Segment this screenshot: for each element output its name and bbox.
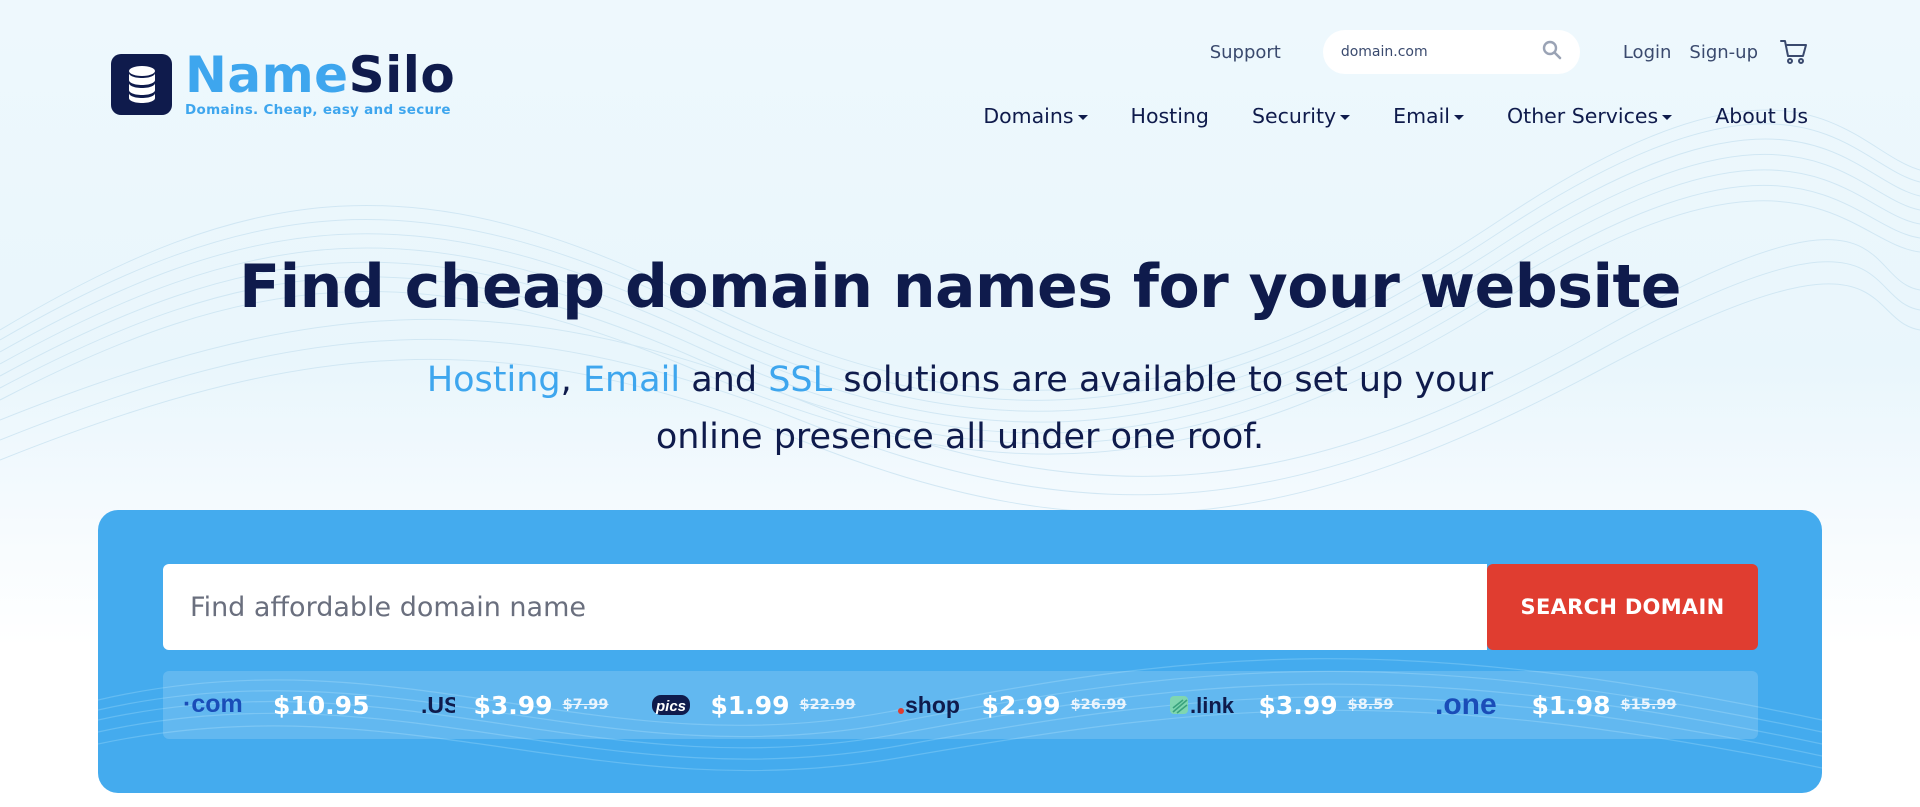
main-nav: Domains Hosting Security Email Other Ser… (983, 104, 1808, 128)
tld-price-bar: ·com $10.95 .US $3.99 $7.99 pics $1.99 $… (163, 671, 1758, 739)
hero-subtitle-line2: online presence all under one roof. (655, 417, 1265, 457)
caret-down-icon (1077, 114, 1088, 120)
brand-tagline: Domains. Cheap, easy and secure (185, 102, 451, 118)
tld-pics[interactable]: pics $1.99 $22.99 (650, 691, 855, 720)
pics-logo-icon: pics (650, 692, 692, 718)
one-logo-icon: .one (1435, 691, 1513, 719)
domain-search-input[interactable] (163, 564, 1487, 650)
nav-email[interactable]: Email (1393, 104, 1465, 128)
brand-logo[interactable]: NameSilo Domains. Cheap, easy and secure (111, 50, 455, 118)
svg-text:·com: ·com (183, 692, 243, 718)
search-icon[interactable] (1542, 40, 1562, 64)
brand-name-part1: Name (185, 46, 349, 104)
tld-old-price: $26.99 (1070, 697, 1127, 713)
com-logo-icon: ·com (183, 692, 255, 718)
link-logo-icon: .link (1169, 692, 1241, 718)
tld-shop[interactable]: shop $2.99 $26.99 (897, 690, 1127, 720)
hero-subtitle-line1: Hosting, Email and SSL solutions are ava… (0, 352, 1920, 409)
nav-label: Other Services (1507, 104, 1659, 128)
cart-icon[interactable] (1780, 39, 1808, 65)
nav-label: Hosting (1130, 104, 1209, 128)
database-logo-icon (111, 53, 172, 115)
domain-search-panel: SEARCH DOMAIN ·com $10.95 .US $3.99 $7.9… (98, 510, 1822, 793)
us-logo-icon: .US (421, 692, 455, 718)
tld-old-price: $15.99 (1620, 697, 1677, 713)
email-link[interactable]: Email (583, 360, 680, 400)
nav-security[interactable]: Security (1251, 104, 1351, 128)
tld-link[interactable]: .link $3.99 $8.59 (1169, 690, 1394, 720)
brand-name-part2: Silo (348, 46, 456, 104)
tld-one[interactable]: .one $1.98 $15.99 (1435, 691, 1676, 720)
hero-title: Find cheap domain names for your website (239, 252, 1681, 322)
nav-label: About Us (1715, 104, 1808, 128)
nav-label: Domains (983, 104, 1074, 128)
nav-hosting[interactable]: Hosting (1131, 104, 1209, 128)
tld-price: $1.98 (1531, 690, 1611, 720)
caret-down-icon (1454, 114, 1465, 120)
tld-price: $1.99 (710, 690, 790, 720)
caret-down-icon (1340, 114, 1351, 120)
svg-text:.one: .one (1435, 691, 1497, 719)
comma-text: , (560, 360, 572, 400)
tld-old-price: $7.99 (562, 697, 609, 713)
tld-old-price: $22.99 (799, 697, 856, 713)
login-link[interactable]: Login (1623, 42, 1672, 63)
top-utility-bar: Support Login Sign-up (1210, 30, 1808, 74)
support-link[interactable]: Support (1210, 42, 1281, 63)
svg-text:.link: .link (1190, 693, 1235, 718)
hero-subtitle: Hosting, Email and SSL solutions are ava… (0, 352, 1920, 466)
svg-text:pics: pics (655, 698, 686, 715)
signup-link[interactable]: Sign-up (1689, 42, 1758, 63)
hosting-link[interactable]: Hosting (427, 360, 561, 400)
shop-logo-icon: shop (897, 692, 963, 718)
nav-domains[interactable]: Domains (983, 104, 1088, 128)
logo-text: NameSilo Domains. Cheap, easy and secure (185, 50, 455, 118)
search-row: SEARCH DOMAIN (163, 564, 1758, 650)
nav-label: Email (1393, 104, 1451, 128)
nav-other-services[interactable]: Other Services (1507, 104, 1673, 128)
caret-down-icon (1662, 114, 1673, 120)
and-text: and (691, 360, 758, 400)
tld-price: $3.99 (1258, 690, 1338, 720)
brand-name: NameSilo (185, 50, 455, 100)
tld-price: $10.95 (273, 690, 370, 720)
header-search-input[interactable] (1340, 44, 1531, 60)
search-domain-button[interactable]: SEARCH DOMAIN (1487, 564, 1758, 650)
tld-com[interactable]: ·com $10.95 (183, 691, 379, 720)
tld-price: $3.99 (473, 690, 553, 720)
tld-us[interactable]: .US $3.99 $7.99 (421, 691, 608, 720)
tld-price: $2.99 (981, 690, 1061, 720)
nav-about-us[interactable]: About Us (1715, 104, 1808, 128)
header-search-box (1322, 30, 1580, 74)
subtitle-rest: solutions are available to set up your (843, 360, 1494, 400)
svg-text:.US: .US (421, 692, 455, 718)
nav-label: Security (1251, 104, 1337, 128)
svg-text:shop: shop (905, 692, 960, 718)
ssl-link[interactable]: SSL (768, 360, 832, 400)
tld-old-price: $8.59 (1347, 697, 1394, 713)
panel-wave-pattern (98, 658, 1822, 772)
